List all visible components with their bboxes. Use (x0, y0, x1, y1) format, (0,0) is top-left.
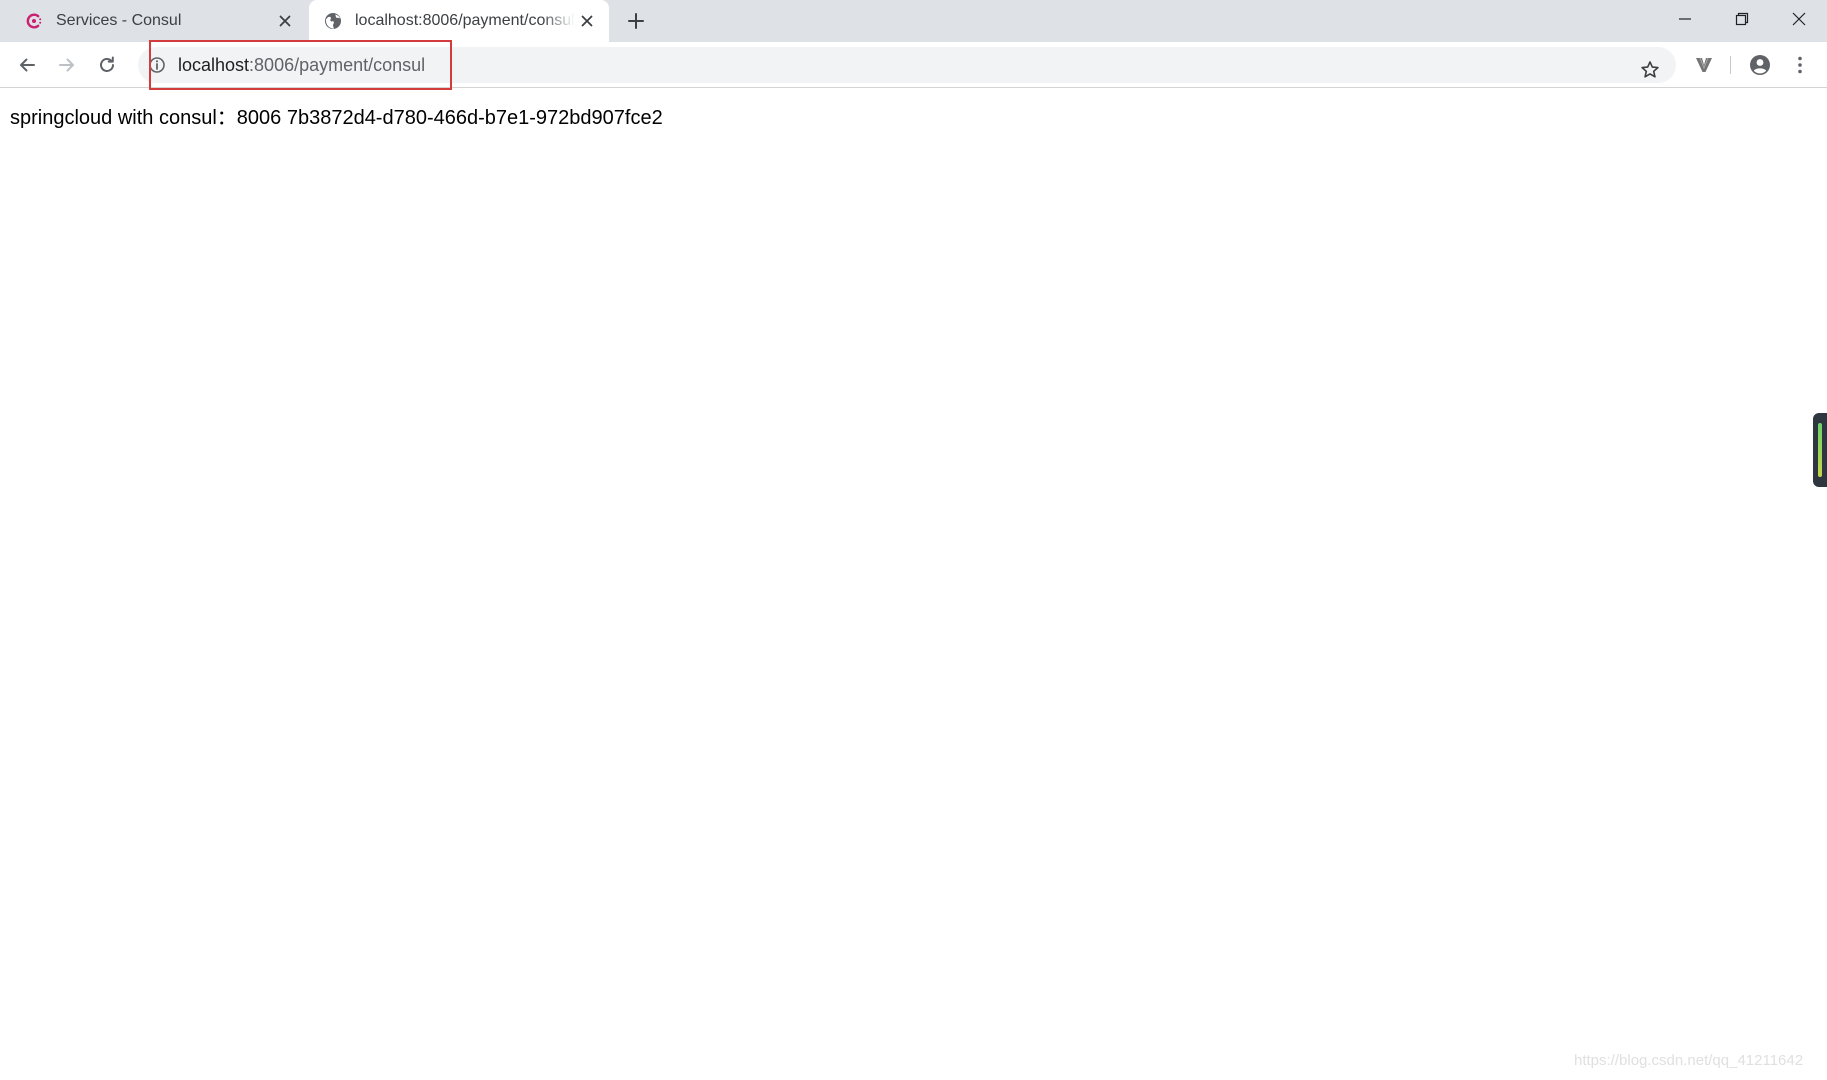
widget-level-bar (1818, 423, 1822, 477)
back-button[interactable] (13, 51, 41, 79)
close-tab-icon[interactable] (273, 9, 297, 33)
profile-button[interactable] (1746, 51, 1774, 79)
new-tab-button[interactable] (624, 9, 648, 33)
side-widget-handle[interactable] (1813, 413, 1827, 487)
reload-button[interactable] (93, 51, 121, 79)
globe-icon (323, 11, 343, 31)
restore-icon (1735, 12, 1749, 26)
url-host: localhost (178, 55, 250, 75)
url-path: :8006/payment/consul (249, 55, 426, 75)
info-icon[interactable] (148, 56, 166, 74)
consul-logo-icon (24, 11, 44, 31)
account-circle-icon (1750, 55, 1770, 75)
arrow-left-icon (20, 58, 35, 72)
response-text: springcloud with consul：8006 7b3872d4-d7… (10, 107, 663, 129)
tab-strip: Services - Consul localhost:8006/payment… (0, 0, 1827, 42)
reload-icon (100, 56, 114, 72)
minimize-icon (1679, 18, 1691, 20)
more-vertical-icon (1798, 56, 1802, 74)
url-text[interactable]: localhost:8006/payment/consul (178, 54, 425, 76)
browser-toolbar: localhost:8006/payment/consul (0, 42, 1827, 88)
close-icon (1792, 12, 1806, 26)
page-content: springcloud with consul：8006 7b3872d4-d7… (0, 89, 1827, 1080)
arrow-right-icon (59, 58, 74, 72)
forward-button[interactable] (53, 51, 81, 79)
close-window-button[interactable] (1771, 0, 1827, 38)
bookmark-star-button[interactable] (1636, 56, 1664, 84)
tab-title: Services - Consul (56, 12, 182, 29)
extension-button[interactable] (1690, 51, 1718, 79)
close-tab-icon[interactable] (575, 9, 599, 33)
address-bar[interactable]: localhost:8006/payment/consul (138, 47, 1676, 83)
star-icon (1641, 61, 1659, 78)
tab-services-consul[interactable]: Services - Consul (0, 0, 307, 42)
toolbar-separator (1730, 56, 1731, 74)
watermark: https://blog.csdn.net/qq_41211642 (1574, 1052, 1804, 1069)
minimize-button[interactable] (1657, 0, 1713, 38)
restore-button[interactable] (1714, 0, 1770, 38)
extension-v-icon (1696, 57, 1712, 72)
browser-menu-button[interactable] (1786, 51, 1814, 79)
tab-title: localhost:8006/payment/consul (355, 12, 575, 29)
tab-localhost-payment-consul[interactable]: localhost:8006/payment/consul (309, 0, 609, 42)
plus-icon (628, 13, 644, 29)
